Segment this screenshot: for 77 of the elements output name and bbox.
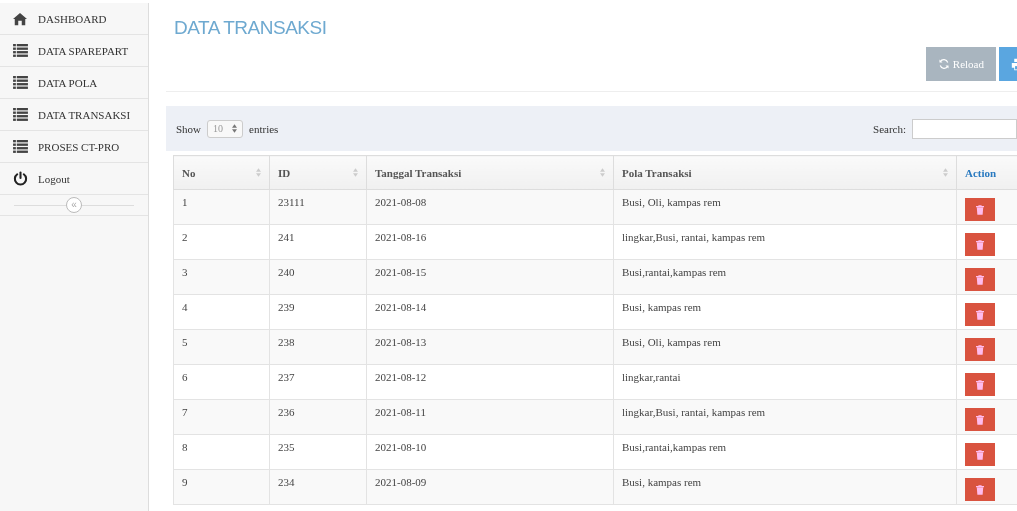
- table-cell: 239: [269, 294, 367, 330]
- column-header[interactable]: Tanggal Transaksi: [366, 155, 614, 190]
- table-cell: 237: [269, 364, 367, 400]
- trash-icon: [976, 239, 984, 250]
- delete-button[interactable]: [965, 443, 995, 466]
- stepper-icon: [232, 124, 238, 133]
- table-cell: 6: [173, 364, 270, 400]
- length-label: Show: [176, 122, 202, 135]
- table-cell: 2021-08-11: [366, 399, 614, 435]
- table-cell: 234: [269, 469, 367, 505]
- table-cell: lingkar,Busi, rantai, kampas rem: [613, 224, 957, 260]
- table-cell: Busi, kampas rem: [613, 294, 957, 330]
- table-cell: 238: [269, 329, 367, 365]
- table-cell: 2: [173, 224, 270, 260]
- table-cell: Busi, Oli, kampas rem: [613, 329, 957, 365]
- trash-icon: [976, 379, 984, 390]
- table-cell: 2021-08-14: [366, 294, 614, 330]
- table-cell: Busi, kampas rem: [613, 469, 957, 505]
- search-label: Search:: [873, 122, 906, 135]
- table-cell: 2021-08-12: [366, 364, 614, 400]
- table-cell: 5: [173, 329, 270, 365]
- delete-button[interactable]: [965, 303, 995, 326]
- sidebar-item[interactable]: DATA SPAREPART: [0, 35, 148, 67]
- list-icon: [12, 44, 28, 57]
- delete-button[interactable]: [965, 373, 995, 396]
- trash-icon: [976, 204, 984, 215]
- list-icon: [12, 140, 28, 153]
- power-icon: [12, 171, 28, 186]
- list-icon: [12, 108, 28, 121]
- delete-button[interactable]: [965, 408, 995, 431]
- table-cell: 1: [173, 189, 270, 225]
- table-cell: 2021-08-15: [366, 259, 614, 295]
- delete-button[interactable]: [965, 338, 995, 361]
- delete-button[interactable]: [965, 198, 995, 221]
- list-icon: [12, 76, 28, 89]
- table-cell: 2021-08-10: [366, 434, 614, 470]
- trash-icon: [976, 414, 984, 425]
- column-header[interactable]: Pola Transaksi: [613, 155, 957, 190]
- trash-icon: [976, 344, 984, 355]
- table-cell: lingkar,Busi, rantai, kampas rem: [613, 399, 957, 435]
- delete-button[interactable]: [965, 268, 995, 291]
- trash-icon: [976, 309, 984, 320]
- table-cell: Busi, Oli, kampas rem: [613, 189, 957, 225]
- table-cell: 9: [173, 469, 270, 505]
- table-cell: 236: [269, 399, 367, 435]
- delete-button[interactable]: [965, 233, 995, 256]
- delete-button[interactable]: [965, 478, 995, 501]
- table-cell: 2021-08-16: [366, 224, 614, 260]
- table-cell: 23111: [269, 189, 367, 225]
- column-header[interactable]: No: [173, 155, 270, 190]
- table-cell: 2021-08-08: [366, 189, 614, 225]
- table-cell: 235: [269, 434, 367, 470]
- search-field[interactable]: [912, 118, 1017, 139]
- table-cell: 8: [173, 434, 270, 470]
- column-header[interactable]: ID: [269, 155, 367, 190]
- page-title: DATA TRANSAKSI: [174, 17, 327, 39]
- table-cell: 2021-08-09: [366, 469, 614, 505]
- trash-icon: [976, 274, 984, 285]
- column-header[interactable]: Action: [956, 155, 1017, 190]
- table-cell: 4: [173, 294, 270, 330]
- trash-icon: [976, 484, 984, 495]
- sidebar-item[interactable]: PROSES CT-PRO: [0, 131, 148, 163]
- length-label: entries: [249, 122, 279, 135]
- table-cell: 240: [269, 259, 367, 295]
- sidebar-item[interactable]: DASHBOARD: [0, 3, 148, 35]
- table-cell: Busi,rantai,kampas rem: [613, 259, 957, 295]
- table-cell: 7: [173, 399, 270, 435]
- table-cell: 2021-08-13: [366, 329, 614, 365]
- table-cell: 3: [173, 259, 270, 295]
- reload-icon: [937, 58, 950, 70]
- sidebar-item[interactable]: DATA POLA: [0, 67, 148, 99]
- home-icon: [12, 11, 28, 26]
- table-cell: lingkar,rantai: [613, 364, 957, 400]
- table-cell: Busi,rantai,kampas rem: [613, 434, 957, 470]
- trash-icon: [976, 449, 984, 460]
- table-cell: 241: [269, 224, 367, 260]
- sidebar-item[interactable]: DATA TRANSAKSI: [0, 99, 148, 131]
